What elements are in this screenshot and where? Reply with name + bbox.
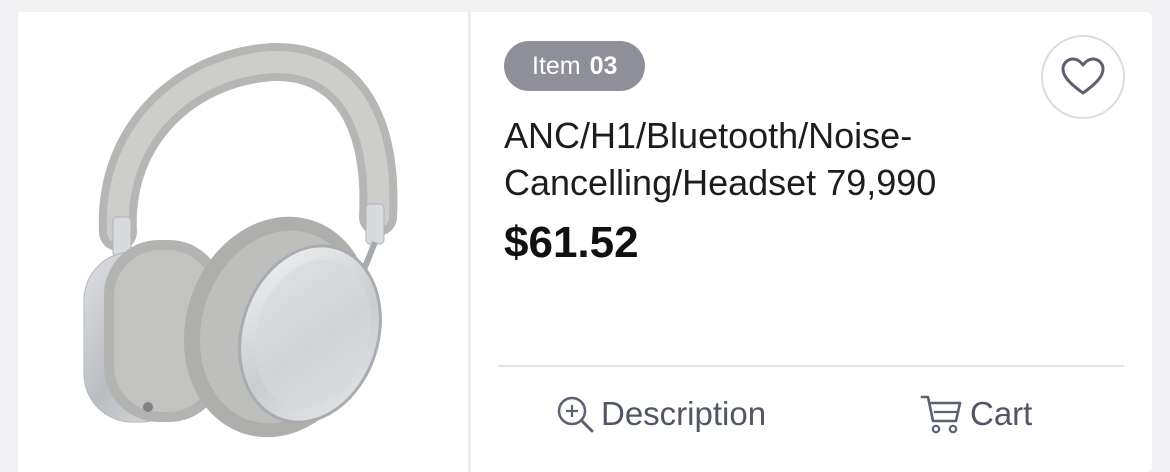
horizontal-divider	[498, 365, 1124, 367]
item-badge-number: 03	[589, 52, 618, 80]
cart-icon	[920, 395, 962, 434]
favorite-button[interactable]	[1041, 35, 1125, 119]
product-title[interactable]: ANC/H1/Bluetooth/Noise-Cancelling/Headse…	[504, 112, 1024, 206]
product-card: Item 03 ANC/H1/Bluetooth/Noise-Cancellin…	[18, 12, 1152, 472]
product-info: Item 03 ANC/H1/Bluetooth/Noise-Cancellin…	[471, 12, 1152, 472]
item-badge: Item 03	[504, 41, 646, 91]
description-button[interactable]: Description	[555, 384, 766, 444]
headphones-image	[83, 43, 398, 438]
item-badge-prefix: Item	[532, 52, 581, 80]
heart-icon	[1061, 57, 1105, 95]
product-image[interactable]	[18, 12, 468, 472]
zoom-plus-icon	[557, 396, 594, 433]
product-price: $61.52	[504, 218, 639, 267]
cart-label: Cart	[970, 395, 1033, 432]
cart-button[interactable]: Cart	[920, 384, 1032, 444]
description-label: Description	[601, 395, 767, 432]
